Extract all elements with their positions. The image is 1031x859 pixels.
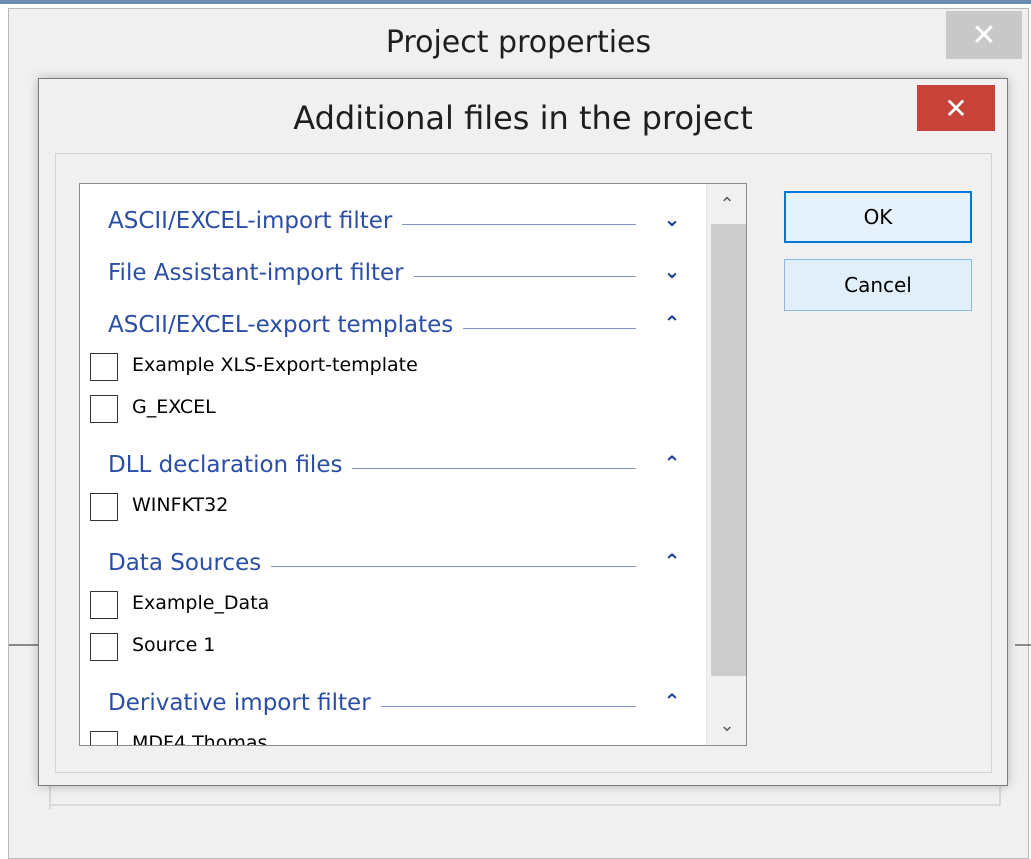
item-checkbox[interactable] bbox=[90, 353, 118, 381]
section-header[interactable]: Data Sources ⌃ bbox=[80, 538, 706, 588]
scroll-down-arrow-icon[interactable]: ⌄ bbox=[707, 705, 746, 745]
section-header[interactable]: DLL declaration files ⌃ bbox=[80, 440, 706, 490]
item-label: MDF4 Thomas bbox=[132, 732, 268, 746]
item-checkbox[interactable] bbox=[90, 633, 118, 661]
close-button[interactable]: ✕ bbox=[917, 85, 995, 131]
item-checkbox[interactable] bbox=[90, 395, 118, 423]
scroll-up-arrow-icon[interactable]: ⌃ bbox=[707, 184, 746, 224]
cancel-button[interactable]: Cancel bbox=[784, 259, 972, 311]
item-label: Example XLS-Export-template bbox=[132, 354, 418, 376]
parent-close-button[interactable]: ✕ bbox=[946, 11, 1022, 59]
chevron-down-icon[interactable]: ⌄ bbox=[658, 256, 686, 286]
chevron-up-icon[interactable]: ⌃ bbox=[658, 308, 686, 338]
parent-dialog-title: Project properties bbox=[385, 25, 652, 60]
section-header[interactable]: ASCII/EXCEL-import filter ⌄ bbox=[80, 196, 706, 246]
file-list-panel[interactable]: ASCII/EXCEL-import filter ⌄ File Assistant… bbox=[79, 183, 747, 746]
section-header[interactable]: Derivative import filter ⌃ bbox=[80, 678, 706, 728]
parent-group-border-bottom bbox=[49, 804, 1001, 806]
chevron-down-icon[interactable]: ⌄ bbox=[658, 204, 686, 234]
section-label: ASCII/EXCEL-export templates bbox=[108, 312, 464, 338]
section-header[interactable]: File Assistant-import filter ⌄ bbox=[80, 248, 706, 298]
list-item: Source 1 bbox=[80, 626, 706, 668]
item-checkbox[interactable] bbox=[90, 591, 118, 619]
item-label: Example_Data bbox=[132, 592, 270, 614]
additional-files-dialog: Additional files in the project ✕ ASCII/… bbox=[38, 78, 1008, 786]
list-item: WINFKT32 bbox=[80, 486, 706, 528]
item-checkbox[interactable] bbox=[90, 731, 118, 745]
section-header[interactable]: ASCII/EXCEL-export templates ⌃ bbox=[80, 300, 706, 350]
chevron-up-icon[interactable]: ⌃ bbox=[658, 686, 686, 716]
chevron-up-icon[interactable]: ⌃ bbox=[658, 448, 686, 478]
close-icon: ✕ bbox=[944, 91, 968, 125]
item-label: Source 1 bbox=[132, 634, 216, 656]
item-label: G_EXCEL bbox=[132, 396, 216, 418]
list-item: Example_Data bbox=[80, 584, 706, 626]
list-item: G_EXCEL bbox=[80, 388, 706, 430]
chevron-up-icon[interactable]: ⌃ bbox=[658, 546, 686, 576]
section-label: Data Sources bbox=[108, 550, 272, 576]
list-item: MDF4 Thomas bbox=[80, 724, 706, 746]
item-checkbox[interactable] bbox=[90, 493, 118, 521]
item-label: WINFKT32 bbox=[132, 494, 229, 516]
section-label: Derivative import filter bbox=[108, 690, 381, 716]
section-label: File Assistant-import filter bbox=[108, 260, 414, 286]
list-item: Example XLS-Export-template bbox=[80, 346, 706, 388]
file-list-content: ASCII/EXCEL-import filter ⌄ File Assistant… bbox=[80, 184, 706, 745]
parent-divider-right bbox=[1015, 644, 1031, 646]
dialog-title: Additional files in the project bbox=[293, 99, 753, 137]
close-icon: ✕ bbox=[971, 17, 997, 53]
section-label: ASCII/EXCEL-import filter bbox=[108, 208, 403, 234]
vertical-scrollbar[interactable]: ⌃ ⌄ bbox=[706, 184, 746, 745]
section-label: DLL declaration files bbox=[108, 452, 353, 478]
ok-button[interactable]: OK bbox=[784, 191, 972, 243]
scroll-thumb[interactable] bbox=[711, 224, 746, 676]
window-top-strip bbox=[0, 0, 1031, 4]
